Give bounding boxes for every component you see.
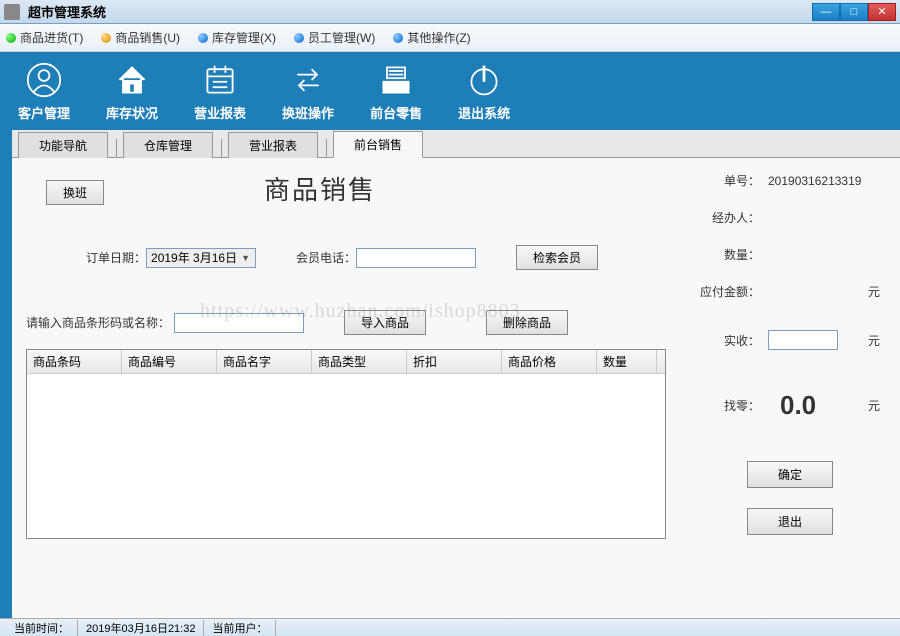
calendar-icon xyxy=(201,61,239,99)
status-time-label: 当前时间： xyxy=(14,623,69,635)
order-no-label: 单号： xyxy=(700,172,760,189)
toolbar: 客户管理 库存状况 营业报表 换班操作 前台零售 退出系统 xyxy=(0,52,900,130)
status-time-value: 2019年03月16日21:32 xyxy=(86,623,195,635)
statusbar: 当前时间： 2019年03月16日21:32 当前用户： xyxy=(0,618,900,636)
tabbar: 功能导航 仓库管理 营业报表 前台销售 xyxy=(12,130,900,158)
col-type: 商品类型 xyxy=(312,350,407,373)
shift-button[interactable]: 换班 xyxy=(46,180,104,205)
col-qty: 数量 xyxy=(597,350,657,373)
col-discount: 折扣 xyxy=(407,350,502,373)
col-price: 商品价格 xyxy=(502,350,597,373)
member-phone-input[interactable] xyxy=(356,248,476,268)
change-label: 找零： xyxy=(700,397,760,414)
user-icon xyxy=(25,61,63,99)
chevron-down-icon: ▼ xyxy=(241,253,250,263)
dot-icon xyxy=(198,33,208,43)
menubar: 商品进货(T) 商品销售(U) 库存管理(X) 员工管理(W) 其他操作(Z) xyxy=(0,24,900,52)
change-value: 0.0 xyxy=(780,390,816,421)
grid-header: 商品条码 商品编号 商品名字 商品类型 折扣 商品价格 数量 xyxy=(27,350,665,374)
dot-icon xyxy=(6,33,16,43)
received-input[interactable] xyxy=(768,330,838,350)
dot-icon xyxy=(393,33,403,43)
status-user-label: 当前用户： xyxy=(212,623,267,635)
tool-exit[interactable]: 退出系统 xyxy=(458,61,510,122)
col-name: 商品名字 xyxy=(217,350,312,373)
tool-pos[interactable]: 前台零售 xyxy=(370,61,422,122)
search-member-button[interactable]: 检索会员 xyxy=(516,245,598,270)
dot-icon xyxy=(101,33,111,43)
tool-report[interactable]: 营业报表 xyxy=(194,61,246,122)
page-title: 商品销售 xyxy=(264,170,376,207)
minimize-button[interactable]: — xyxy=(812,3,840,21)
tool-customer[interactable]: 客户管理 xyxy=(18,61,70,122)
col-barcode: 商品条码 xyxy=(27,350,122,373)
menu-goods-in[interactable]: 商品进货(T) xyxy=(6,29,83,46)
tab-sale[interactable]: 前台销售 xyxy=(333,131,423,158)
tab-warehouse[interactable]: 仓库管理 xyxy=(123,132,213,158)
menu-inventory[interactable]: 库存管理(X) xyxy=(198,29,276,46)
app-icon xyxy=(4,4,20,20)
power-icon xyxy=(465,61,503,99)
member-phone-label: 会员电话： xyxy=(296,249,356,266)
close-button[interactable]: ✕ xyxy=(868,3,896,21)
qty-label: 数量： xyxy=(700,246,760,263)
dot-icon xyxy=(294,33,304,43)
import-goods-button[interactable]: 导入商品 xyxy=(344,310,426,335)
house-icon xyxy=(113,61,151,99)
order-date-label: 订单日期： xyxy=(86,249,146,266)
tab-nav[interactable]: 功能导航 xyxy=(18,132,108,158)
barcode-input[interactable] xyxy=(174,313,304,333)
maximize-button[interactable]: □ xyxy=(840,3,868,21)
menu-other[interactable]: 其他操作(Z) xyxy=(393,29,470,46)
ok-button[interactable]: 确定 xyxy=(747,461,833,488)
delete-goods-button[interactable]: 删除商品 xyxy=(486,310,568,335)
window-title: 超市管理系统 xyxy=(28,2,812,21)
goods-grid[interactable]: 商品条码 商品编号 商品名字 商品类型 折扣 商品价格 数量 xyxy=(26,349,666,539)
titlebar: 超市管理系统 — □ ✕ xyxy=(0,0,900,24)
content-panel: 换班 商品销售 订单日期： 2019年 3月16日 ▼ 会员电话： 检索会员 请… xyxy=(12,158,900,618)
received-label: 实收： xyxy=(700,332,760,349)
exit-button[interactable]: 退出 xyxy=(747,508,833,535)
swap-icon xyxy=(289,61,327,99)
register-icon xyxy=(377,61,415,99)
col-id: 商品编号 xyxy=(122,350,217,373)
menu-staff[interactable]: 员工管理(W) xyxy=(294,29,375,46)
tab-report[interactable]: 营业报表 xyxy=(228,132,318,158)
operator-label: 经办人： xyxy=(700,209,760,226)
barcode-label: 请输入商品条形码或名称： xyxy=(26,314,170,331)
left-strip xyxy=(0,130,12,618)
tool-inventory[interactable]: 库存状况 xyxy=(106,61,158,122)
order-no-value: 20190316213319 xyxy=(768,174,861,188)
payable-label: 应付金额： xyxy=(700,283,760,300)
tool-shift[interactable]: 换班操作 xyxy=(282,61,334,122)
summary-panel: 单号：20190316213319 经办人： 数量： 应付金额：元 实收：元 找… xyxy=(700,172,880,535)
order-date-picker[interactable]: 2019年 3月16日 ▼ xyxy=(146,248,256,268)
menu-goods-sale[interactable]: 商品销售(U) xyxy=(101,29,180,46)
